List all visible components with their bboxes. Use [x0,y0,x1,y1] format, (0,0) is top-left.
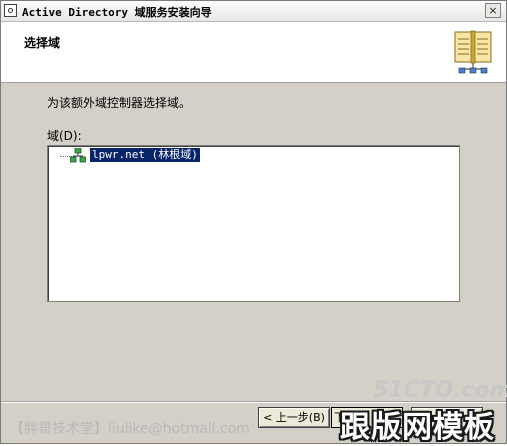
instruction-text: 为该额外域控制器选择域。 [47,96,192,110]
wizard-body: 为该额外域控制器选择域。 域(D): lpwr.net (林根域) [1,83,506,403]
window-title: Active Directory 域服务安装向导 [22,6,212,19]
domain-tree[interactable]: lpwr.net (林根域) [47,145,460,302]
watermark-template-site: 跟版网模板 [340,410,495,445]
book-icon [454,30,492,74]
page-title: 选择域 [24,36,61,50]
domain-tree-icon [70,148,86,163]
tree-item-lpwr-net[interactable]: lpwr.net (林根域) [90,148,200,162]
back-button[interactable]: < 上一步(B) [258,407,330,428]
window-app-icon [4,4,17,17]
watermark-51cto: 51CTO.com [373,378,507,403]
title-bar[interactable]: Active Directory 域服务安装向导 × [1,1,506,22]
watermark-author: 【胖哥技术堂】liulike@hotmail.com [10,421,250,437]
domain-label: 域(D): [47,129,82,143]
close-button[interactable]: × [485,3,501,18]
wizard-header: 选择域 [1,22,506,83]
